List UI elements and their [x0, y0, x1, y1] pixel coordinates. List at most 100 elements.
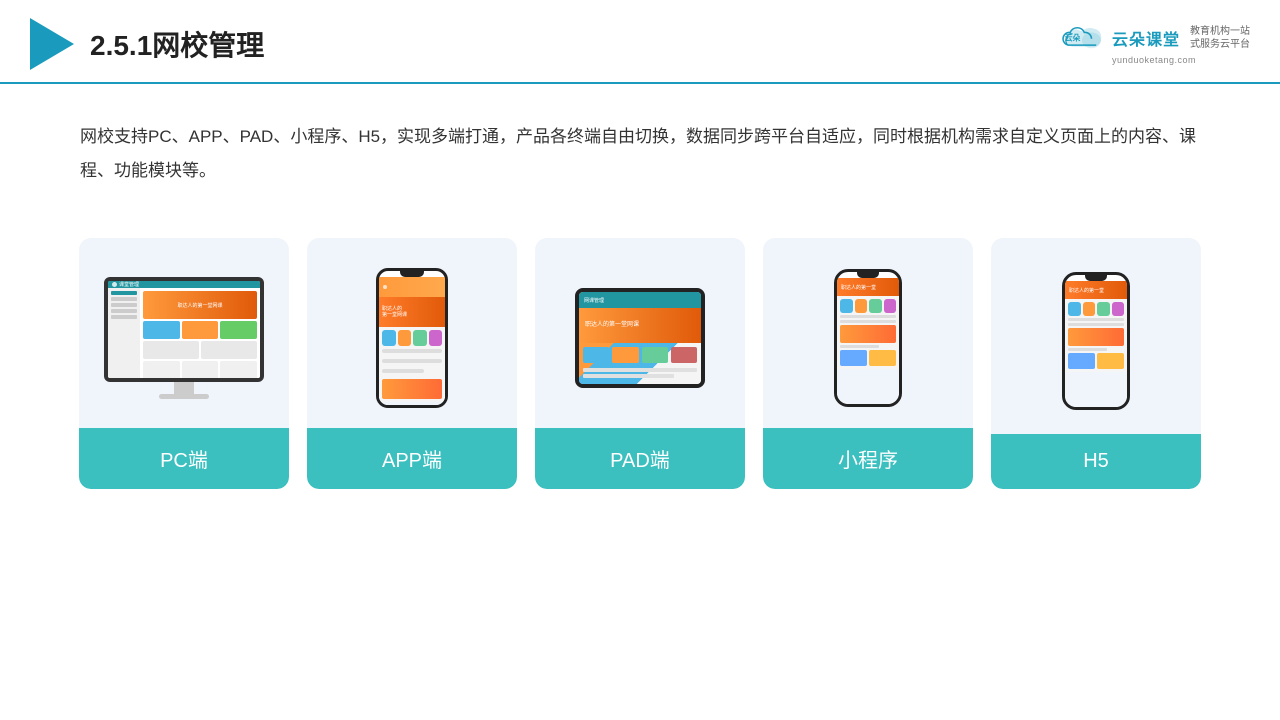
device-cards-container: 课堂管理 职达人的 [0, 218, 1280, 519]
miniapp-screen: 职达人的第一堂 [837, 278, 899, 404]
card-label-app: APP端 [307, 428, 517, 489]
h5-screen: 职达人的第一堂 [1065, 281, 1127, 407]
tablet-banner: 职达人的第一堂网课 [579, 308, 701, 343]
miniapp-card [840, 325, 896, 343]
card-label-pc: PC端 [79, 428, 289, 489]
tablet-line-1 [583, 368, 697, 372]
miniapp-bcard-1 [840, 350, 867, 366]
phone-header-bar [379, 277, 445, 297]
phone-screen-app: 职达人的第一堂网课 [379, 277, 445, 405]
logo-slogan: 教育机构一站式服务云平台 [1190, 25, 1250, 51]
monitor-sidebar [108, 288, 140, 382]
h5-icon-4 [1112, 302, 1125, 316]
phone-icon-4 [429, 330, 443, 346]
card-image-pc: 课堂管理 职达人的 [94, 238, 274, 428]
card-app: 职达人的第一堂网课 [307, 238, 517, 489]
h5-line-1 [1068, 318, 1124, 321]
monitor-topbar-text: 课堂管理 [119, 281, 139, 288]
phone-mockup-app: 职达人的第一堂网课 [376, 268, 448, 408]
card-pad: 网课管理 职达人的第一堂网课 [535, 238, 745, 489]
miniapp-banner-text: 职达人的第一堂 [841, 284, 876, 291]
monitor-card-light [143, 361, 180, 379]
monitor-card-row-3 [143, 361, 257, 379]
miniapp-icon-2 [855, 299, 868, 313]
card-pc: 课堂管理 职达人的 [79, 238, 289, 489]
tablet-banner-text: 职达人的第一堂网课 [585, 321, 639, 329]
card-image-app: 职达人的第一堂网课 [366, 238, 458, 428]
page-title: 2.5.1网校管理 [90, 24, 264, 64]
monitor-card-orange [182, 321, 219, 339]
tablet-topbar-text: 网课管理 [584, 297, 604, 304]
tablet-card-4 [671, 347, 697, 363]
brand-triangle-icon [30, 18, 74, 70]
card-image-miniapp: 职达人的第一堂 [824, 238, 912, 428]
logo-en: yunduoketang.com [1112, 55, 1196, 65]
tablet-card-2 [612, 347, 638, 363]
h5-bottom-cards [1068, 353, 1124, 369]
monitor-banner-text: 职达人的第一堂网课 [177, 302, 222, 309]
phone-banner: 职达人的第一堂网课 [379, 297, 445, 327]
h5-banner: 职达人的第一堂 [1065, 281, 1127, 299]
monitor-card-light-3 [220, 361, 257, 379]
page-header: 2.5.1网校管理 云朵 云朵课堂 教育机构一站式服务云平台 yunduoket… [0, 0, 1280, 84]
monitor-content: 职达人的第一堂网课 [108, 288, 260, 382]
monitor-card-light-2 [182, 361, 219, 379]
monitor-card-row-2 [143, 341, 257, 359]
cloud-icon: 云朵 [1058, 23, 1106, 53]
miniapp-content [837, 296, 899, 369]
tablet-line-2 [583, 374, 674, 378]
monitor-body: 课堂管理 职达人的 [104, 277, 264, 382]
monitor-card-row-1 [143, 321, 257, 339]
miniapp-line-1 [840, 315, 896, 318]
monitor-card-gray-2 [201, 341, 257, 359]
h5-icon-1 [1068, 302, 1081, 316]
phone-line-3 [382, 369, 424, 373]
svg-text:云朵: 云朵 [1065, 32, 1081, 42]
tablet-lines [583, 368, 697, 378]
miniapp-line-3 [840, 345, 879, 348]
h5-content [1065, 299, 1127, 372]
miniapp-icon-1 [840, 299, 853, 313]
tablet-card-1 [583, 347, 609, 363]
h5-bcard-1 [1068, 353, 1095, 369]
phone-mockup-miniapp: 职达人的第一堂 [834, 269, 902, 407]
phone-header-circle [383, 285, 387, 289]
phone-card-orange [382, 379, 442, 399]
monitor-stand [174, 382, 194, 394]
tablet-screen: 网课管理 职达人的第一堂网课 [579, 292, 701, 384]
phone-content [379, 327, 445, 402]
h5-icon-row [1068, 302, 1124, 316]
tablet-mockup-pad: 网课管理 职达人的第一堂网课 [575, 288, 705, 388]
miniapp-icon-3 [869, 299, 882, 313]
monitor-base [159, 394, 209, 399]
tablet-card-3 [642, 347, 668, 363]
miniapp-icon-4 [884, 299, 897, 313]
monitor-screen: 课堂管理 职达人的 [108, 281, 260, 378]
phone-line-2 [382, 359, 442, 363]
phone-line-1 [382, 349, 442, 353]
monitor-topbar: 课堂管理 [108, 281, 260, 288]
phone-mockup-h5: 职达人的第一堂 [1062, 272, 1130, 410]
monitor-banner: 职达人的第一堂网课 [143, 291, 257, 319]
logo-cn: 云朵课堂 [1112, 26, 1180, 50]
h5-icon-3 [1097, 302, 1110, 316]
phone-icon-1 [382, 330, 396, 346]
card-label-miniapp: 小程序 [763, 428, 973, 489]
card-miniapp: 职达人的第一堂 [763, 238, 973, 489]
card-h5: 职达人的第一堂 [991, 238, 1201, 489]
miniapp-banner: 职达人的第一堂 [837, 278, 899, 296]
h5-bcard-2 [1097, 353, 1124, 369]
description-text: 网校支持PC、APP、PAD、小程序、H5，实现多端打通，产品各终端自由切换，数… [0, 84, 1280, 208]
phone-icon-2 [398, 330, 412, 346]
card-label-h5: H5 [991, 434, 1201, 489]
pc-mockup: 课堂管理 职达人的 [104, 277, 264, 399]
miniapp-bcard-2 [869, 350, 896, 366]
phone-icon-3 [413, 330, 427, 346]
h5-line-3 [1068, 348, 1107, 351]
header-left: 2.5.1网校管理 [30, 18, 264, 70]
miniapp-bottom-cards [840, 350, 896, 366]
monitor-card-gray-1 [143, 341, 199, 359]
h5-banner-text: 职达人的第一堂 [1069, 287, 1104, 294]
card-label-pad: PAD端 [535, 428, 745, 489]
phone-icon-row [382, 330, 442, 346]
